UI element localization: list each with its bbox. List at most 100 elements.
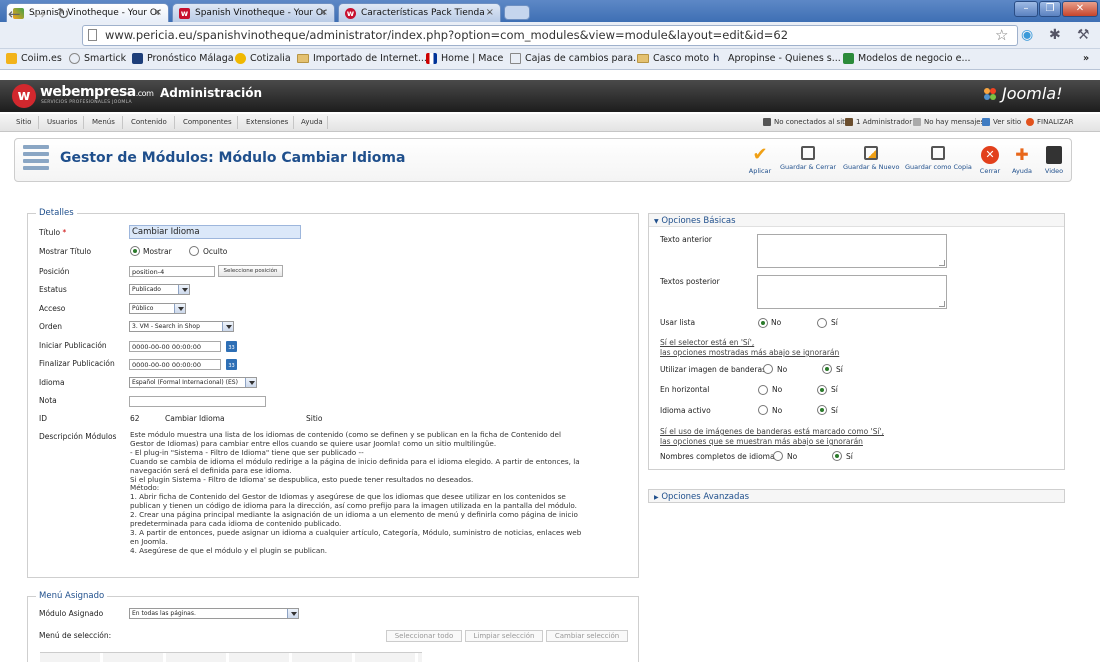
start-publishing-label: Iniciar Publicación [39,341,107,350]
order-select[interactable]: 3. VM - Search in Shop [129,321,234,332]
video-button[interactable]: Video [1042,146,1066,175]
save-close-button[interactable]: Guardar & Cerrar [780,146,836,171]
bookmark-folder[interactable]: Importado de Internet... [297,53,427,64]
order-label: Orden [39,322,62,331]
close-tab-icon[interactable]: × [320,7,328,18]
logout-link[interactable]: FINALIZAR [1026,118,1074,126]
active-no-radio[interactable] [758,405,768,415]
toggle-selection-button[interactable]: Cambiar selección [546,630,628,642]
use-list-yes-radio[interactable] [817,318,827,328]
menu-extensiones[interactable]: Extensiones [246,118,288,126]
close-tab-icon[interactable]: × [154,7,162,18]
active-yes-radio[interactable] [817,405,827,415]
new-tab-button[interactable] [504,5,530,20]
bookmark-folder[interactable]: Casco moto [637,53,709,64]
video-icon [1046,146,1062,164]
bookmark-item[interactable]: Pronóstico Málaga [132,53,234,64]
use-list-no-radio[interactable] [758,318,768,328]
description-label: Descripción Módulos [39,432,117,441]
joomla-logo: Joomla! [1002,84,1063,103]
bookmark-star-icon[interactable]: ☆ [995,26,1008,44]
forward-arrow-icon[interactable]: → [33,5,46,23]
status-label: Estatus [39,285,67,294]
text-before-textarea[interactable] [757,234,947,268]
status-visitors: No conectados al sitio [763,118,851,126]
menu-menus[interactable]: Menús [92,118,115,126]
end-publishing-input[interactable]: 0000-00-00 00:00:00 [129,359,221,370]
select-all-button[interactable]: Seleccionar todo [386,630,462,642]
close-window-button[interactable]: ✕ [1062,1,1098,17]
joomla-logo-icon [984,88,996,100]
bookmark-item[interactable]: Cajas de cambios para... [510,53,642,64]
show-title-radio[interactable] [130,246,140,256]
admin-title: Administración [160,86,263,100]
browser-tab-1[interactable]: Spanish Vinotheque - Your Or × [6,3,169,22]
status-admins: 1 Administrador [845,118,912,126]
brand-subtitle: SERVICIOS PROFESIONALES JOOMLA [41,100,132,105]
bookmark-item[interactable]: Cotizalia [235,53,291,64]
horizontal-yes-radio[interactable] [817,385,827,395]
position-input[interactable]: position-4 [129,266,215,277]
address-bar[interactable]: www.pericia.eu/spanishvinotheque/adminis… [82,25,1018,46]
calendar-icon[interactable]: 33 [226,359,237,370]
wrench-icon[interactable]: ⚒ [1077,27,1090,43]
bookmark-icon: h [713,53,720,64]
module-assignment-select[interactable]: En todas las páginas. [129,608,299,619]
view-site-link[interactable]: Ver sitio [982,118,1021,126]
close-tab-icon[interactable]: × [486,7,494,18]
close-button[interactable]: ✕ Cerrar [976,146,1004,175]
chevron-right-icon: ▶ [654,494,659,501]
extension-icon[interactable]: ✱ [1049,27,1061,43]
title-input[interactable]: Cambiar Idioma [129,225,301,239]
basic-options-heading[interactable]: ▼ Opciones Básicas [654,216,736,226]
menu-sitio[interactable]: Sitio [16,118,31,126]
horizontal-no-option: No [772,385,783,394]
menu-ayuda[interactable]: Ayuda [301,118,323,126]
skype-extension-icon[interactable]: ◉ [1021,27,1033,43]
help-button[interactable]: ✚ Ayuda [1010,146,1034,176]
language-select[interactable]: Español (Formal Internacional) (ES) [129,377,257,388]
logout-icon [1026,118,1034,126]
advanced-options-heading[interactable]: ▶ Opciones Avanzadas [654,492,749,502]
bookmark-item[interactable]: h Apropinse - Quienes s... [713,53,841,64]
back-arrow-icon[interactable]: ← [8,5,21,23]
flags-label: Utilizar imagen de banderas [660,365,767,374]
note-input[interactable] [129,396,266,407]
minimize-window-button[interactable]: – [1014,1,1038,17]
hide-title-radio[interactable] [189,246,199,256]
maximize-window-button[interactable]: ❐ [1039,1,1061,17]
browser-tab-2[interactable]: w Spanish Vinotheque - Your Or × [172,3,335,22]
text-after-textarea[interactable] [757,275,947,309]
status-select[interactable]: Publicado [129,284,190,295]
menu-usuarios[interactable]: Usuarios [47,118,77,126]
flags-no-radio[interactable] [763,364,773,374]
full-names-no-radio[interactable] [773,451,783,461]
reload-icon[interactable]: ↻ [57,5,70,23]
access-select[interactable]: Público [129,303,186,314]
browser-tab-3[interactable]: w Características Pack Tienda - × [338,3,501,22]
note-label: Nota [39,396,57,405]
folder-icon [637,54,649,63]
clear-selection-button[interactable]: Limpiar selección [465,630,543,642]
use-list-label: Usar lista [660,318,696,327]
more-bookmarks-icon[interactable]: » [1083,53,1089,64]
save-copy-button[interactable]: Guardar como Copia [905,146,972,171]
language-label: Idioma [39,378,65,387]
save-new-button[interactable]: Guardar & Nuevo [843,146,900,171]
select-position-button[interactable]: Seleccione posición [218,265,283,277]
apply-button[interactable]: ✔ Aplicar [745,146,775,176]
start-publishing-input[interactable]: 0000-00-00 00:00:00 [129,341,221,352]
bookmark-item[interactable]: Smartick [69,53,126,64]
bookmark-icon [426,53,437,64]
menu-componentes[interactable]: Componentes [183,118,232,126]
status-messages[interactable]: No hay mensajes [913,118,984,126]
flags-yes-radio[interactable] [822,364,832,374]
full-names-yes-radio[interactable] [832,451,842,461]
bookmark-item[interactable]: Modelos de negocio e... [843,53,971,64]
menu-contenido[interactable]: Contenido [131,118,167,126]
menu-tabs-row[interactable] [40,652,422,662]
horizontal-no-radio[interactable] [758,385,768,395]
bookmark-item[interactable]: Coiim.es [6,53,62,64]
bookmark-item[interactable]: Home | Mace [426,53,503,64]
calendar-icon[interactable]: 33 [226,341,237,352]
